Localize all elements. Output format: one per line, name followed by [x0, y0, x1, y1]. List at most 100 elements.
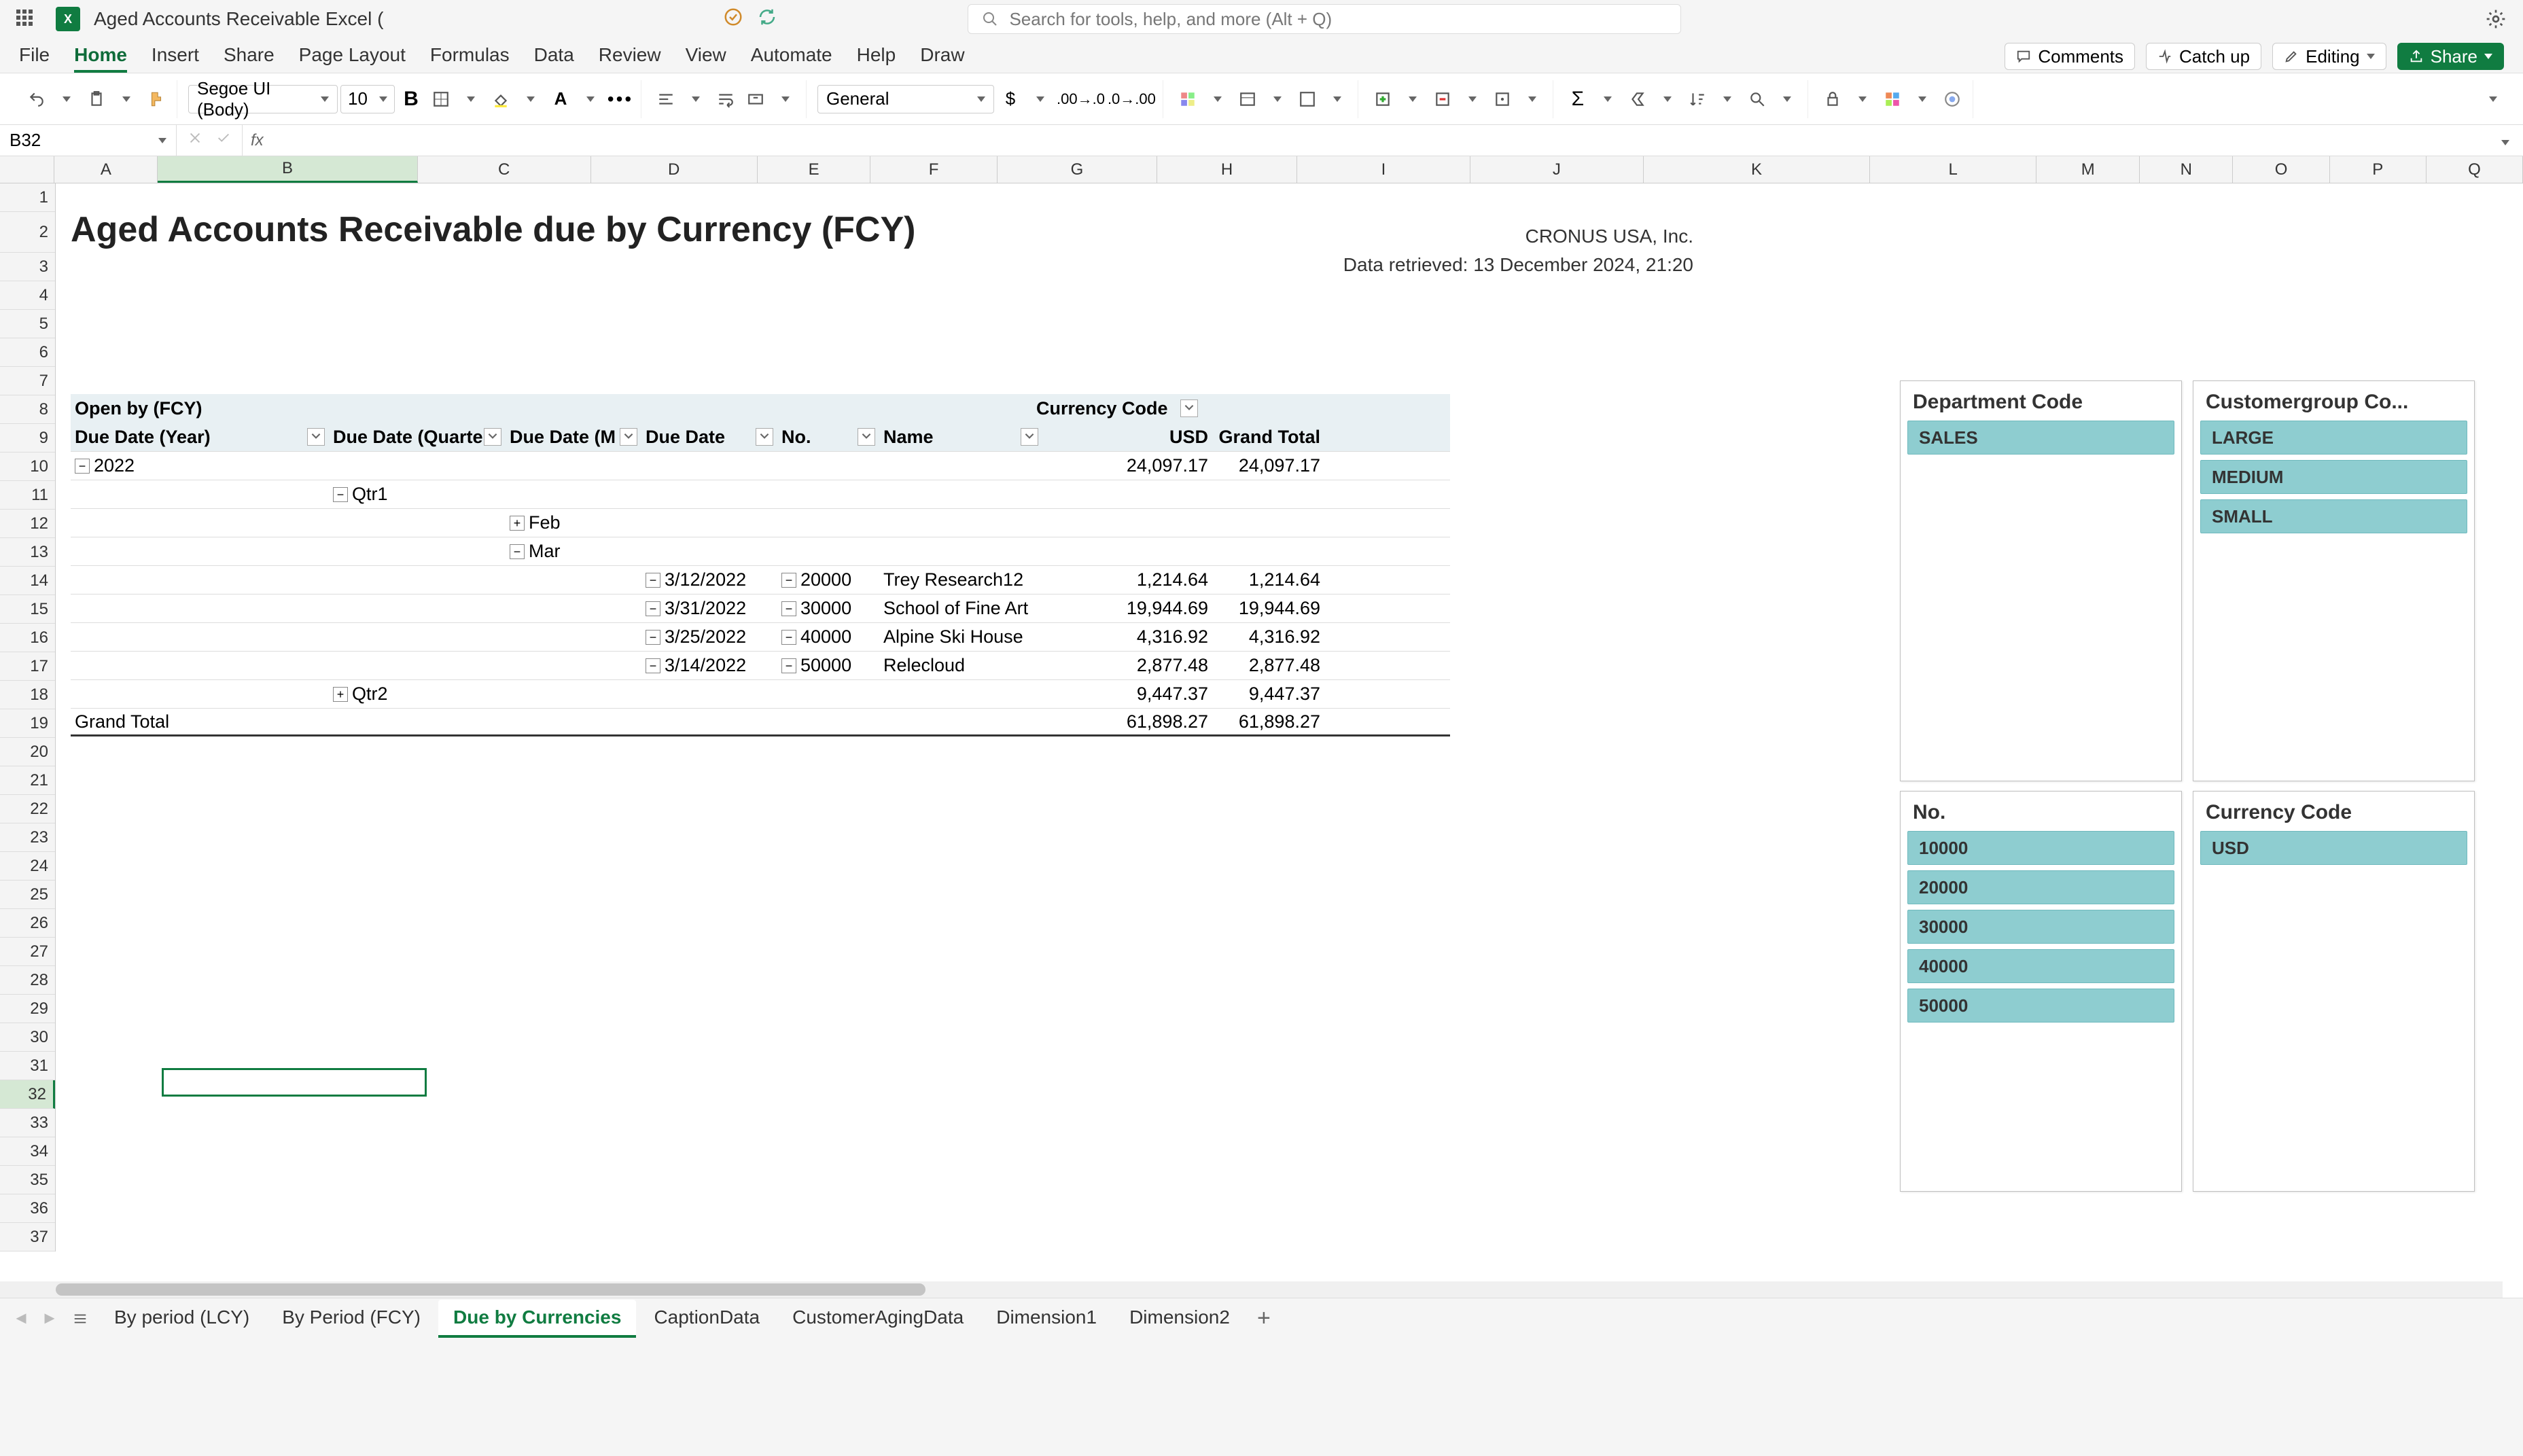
row-header-34[interactable]: 34 — [0, 1137, 55, 1166]
format-table-button[interactable] — [1234, 84, 1261, 114]
row-header-2[interactable]: 2 — [0, 212, 55, 253]
share-button[interactable]: Share — [2397, 43, 2504, 70]
row-header-17[interactable]: 17 — [0, 652, 55, 681]
autosave-icon[interactable] — [723, 7, 743, 32]
app-launcher-icon[interactable] — [16, 10, 35, 29]
sheet-tab-dimension1[interactable]: Dimension1 — [981, 1300, 1112, 1338]
row-header-33[interactable]: 33 — [0, 1109, 55, 1137]
row-header-35[interactable]: 35 — [0, 1166, 55, 1194]
col-header-C[interactable]: C — [418, 156, 591, 183]
sheet-tab-customeragingdata[interactable]: CustomerAgingData — [777, 1300, 978, 1338]
bold-button[interactable]: B — [398, 84, 425, 114]
fill-color-dropdown[interactable] — [517, 84, 544, 114]
pivot-filter-1[interactable] — [484, 428, 501, 446]
row-header-10[interactable]: 10 — [0, 452, 55, 481]
pivot-filter-5[interactable] — [1021, 428, 1038, 446]
slicer-custgrp-item-0[interactable]: LARGE — [2200, 421, 2467, 455]
pivot-row[interactable]: −Qtr1 — [71, 480, 1450, 508]
clear-dropdown[interactable] — [1654, 84, 1681, 114]
find-dropdown[interactable] — [1774, 84, 1801, 114]
format-painter-button[interactable] — [143, 84, 170, 114]
col-header-N[interactable]: N — [2140, 156, 2233, 183]
conditional-format-button[interactable] — [1174, 84, 1201, 114]
slicer-no-item-4[interactable]: 50000 — [1907, 989, 2174, 1023]
addins-button[interactable] — [1879, 84, 1906, 114]
clipboard-button[interactable] — [83, 84, 110, 114]
sheet-nav-prev[interactable]: ◄ — [10, 1307, 33, 1330]
row-header-28[interactable]: 28 — [0, 966, 55, 995]
row-header-11[interactable]: 11 — [0, 481, 55, 510]
pivot-row[interactable]: −3/31/2022−30000School of Fine Art19,944… — [71, 594, 1450, 622]
row-header-16[interactable]: 16 — [0, 624, 55, 652]
col-header-L[interactable]: L — [1870, 156, 2036, 183]
row-header-1[interactable]: 1 — [0, 183, 55, 212]
tab-help[interactable]: Help — [857, 44, 896, 73]
row-header-32[interactable]: 32 — [0, 1080, 55, 1109]
sens-dropdown[interactable] — [1849, 84, 1876, 114]
row-header-22[interactable]: 22 — [0, 795, 55, 823]
wrap-text-button[interactable] — [712, 84, 739, 114]
select-all-cell[interactable] — [0, 156, 54, 183]
currency-button[interactable]: $ — [997, 84, 1024, 114]
pivot-filter-3[interactable] — [756, 428, 773, 446]
col-header-D[interactable]: D — [591, 156, 758, 183]
row-header-30[interactable]: 30 — [0, 1023, 55, 1052]
tab-page-layout[interactable]: Page Layout — [299, 44, 406, 73]
catchup-button[interactable]: Catch up — [2146, 43, 2261, 70]
col-header-B[interactable]: B — [158, 156, 417, 183]
slicer-no-item-2[interactable]: 30000 — [1907, 910, 2174, 944]
sheet-tab-captiondata[interactable]: CaptionData — [639, 1300, 775, 1338]
slicer-customergroup[interactable]: Customergroup Co... LARGEMEDIUMSMALL — [2193, 380, 2475, 781]
pivot-row[interactable]: −3/12/2022−20000Trey Research121,214.641… — [71, 565, 1450, 594]
slicer-custgrp-item-2[interactable]: SMALL — [2200, 499, 2467, 533]
horizontal-scrollbar[interactable] — [0, 1281, 2503, 1298]
sheet-tab-by-period-lcy-[interactable]: By period (LCY) — [99, 1300, 264, 1338]
row-header-14[interactable]: 14 — [0, 567, 55, 595]
ic-dropdown[interactable] — [1399, 84, 1426, 114]
cs-dropdown[interactable] — [1324, 84, 1351, 114]
sf-dropdown[interactable] — [1714, 84, 1741, 114]
pivot-row[interactable]: −3/14/2022−50000Relecloud2,877.482,877.4… — [71, 651, 1450, 679]
currency-dropdown[interactable] — [1027, 84, 1054, 114]
search-input[interactable]: Search for tools, help, and more (Alt + … — [968, 4, 1681, 34]
tab-insert[interactable]: Insert — [152, 44, 199, 73]
undo-button[interactable] — [23, 84, 50, 114]
decrease-decimal-button[interactable]: .00→.0 — [1057, 84, 1105, 114]
pivot-filter-4[interactable] — [858, 428, 875, 446]
accept-formula-icon[interactable] — [216, 130, 231, 150]
delete-cells-button[interactable] — [1429, 84, 1456, 114]
pivot-row[interactable]: −Mar — [71, 537, 1450, 565]
formula-expand-button[interactable] — [2501, 130, 2523, 150]
col-header-E[interactable]: E — [758, 156, 871, 183]
cell-styles-button[interactable] — [1294, 84, 1321, 114]
slicer-dept-item-0[interactable]: SALES — [1907, 421, 2174, 455]
row-header-25[interactable]: 25 — [0, 881, 55, 909]
all-sheets-button[interactable] — [67, 1305, 94, 1332]
dc-dropdown[interactable] — [1459, 84, 1486, 114]
col-header-Q[interactable]: Q — [2427, 156, 2523, 183]
borders-button[interactable] — [427, 84, 455, 114]
name-box[interactable]: B32 — [0, 125, 177, 156]
more-font-button[interactable]: ••• — [607, 84, 634, 114]
number-format-select[interactable]: General — [817, 85, 994, 113]
col-header-P[interactable]: P — [2330, 156, 2427, 183]
slicer-custgrp-item-1[interactable]: MEDIUM — [2200, 460, 2467, 494]
col-header-H[interactable]: H — [1157, 156, 1297, 183]
align-left-button[interactable] — [652, 84, 680, 114]
font-size-select[interactable]: 10 — [340, 85, 395, 113]
col-header-I[interactable]: I — [1297, 156, 1470, 183]
col-header-A[interactable]: A — [54, 156, 158, 183]
tab-draw[interactable]: Draw — [920, 44, 964, 73]
currency-filter-button[interactable] — [1180, 399, 1198, 417]
row-header-3[interactable]: 3 — [0, 253, 55, 281]
pivot-row[interactable]: +Qtr29,447.379,447.37 — [71, 679, 1450, 708]
merge-button[interactable] — [742, 84, 769, 114]
increase-decimal-button[interactable]: .0→.00 — [1108, 84, 1156, 114]
tab-file[interactable]: File — [19, 44, 50, 73]
sheet-tab-due-by-currencies[interactable]: Due by Currencies — [438, 1300, 636, 1338]
slicer-department[interactable]: Department Code SALES — [1900, 380, 2182, 781]
font-color-button[interactable]: A — [547, 84, 574, 114]
row-header-13[interactable]: 13 — [0, 538, 55, 567]
sheet-tab-dimension2[interactable]: Dimension2 — [1114, 1300, 1245, 1338]
format-cells-button[interactable] — [1489, 84, 1516, 114]
